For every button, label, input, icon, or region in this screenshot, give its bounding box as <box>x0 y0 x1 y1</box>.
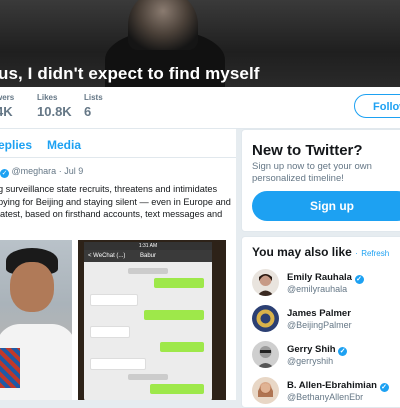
suggestion-handle: @gerryshih <box>287 356 334 366</box>
profile-nav-stats: wers 4K Likes 10.8K Lists 6 Follow <box>0 87 400 129</box>
suggestion-name[interactable]: Gerry Shih ✓ <box>287 344 348 356</box>
follow-button[interactable]: Follow <box>354 94 400 118</box>
suggestions-module: You may also like · Refresh Emily Rauhal… <box>241 236 400 408</box>
suggestion-name-text: Emily Rauhala <box>287 272 352 283</box>
tweet-text-line: pying for Beijing and staying silent — e… <box>0 196 231 207</box>
signup-title: New to Twitter? <box>252 142 363 159</box>
signup-module: New to Twitter? Sign up now to get your … <box>241 129 400 232</box>
suggestion-name[interactable]: James Palmer <box>287 308 351 319</box>
tab-replies[interactable]: eplies <box>0 138 32 152</box>
tweet[interactable]: ✓ @meghara · Jul 9 g surveillance state … <box>0 158 236 400</box>
signup-description: Sign up now to get your own personalized… <box>252 161 372 184</box>
suggestion-name[interactable]: B. Allen-Ebrahimian ✓ <box>287 380 389 392</box>
chat-bubble-sent <box>150 384 204 394</box>
suggestion-item[interactable]: James Palmer @BeijingPalmer <box>252 305 400 335</box>
tweet-text: g surveillance state recruits, threatens… <box>0 183 238 221</box>
chat-timestamp <box>128 268 168 274</box>
chat-bubble-sent <box>144 310 204 320</box>
tweet-photo-chat-screenshot[interactable]: 1:31 AM < WeChat (...) Babur <box>78 240 226 400</box>
chat-bubble-sent <box>154 278 204 288</box>
verified-icon: ✓ <box>379 383 389 392</box>
signup-button[interactable]: Sign up <box>252 191 400 221</box>
stat-likes[interactable]: Likes 10.8K <box>37 93 72 119</box>
banner-caption: us, I didn't expect to find myself <box>0 64 260 83</box>
suggestion-item[interactable]: Emily Rauhala ✓ @emilyrauhala <box>252 269 400 299</box>
chat-bubble-received <box>90 294 138 306</box>
stat-lists-label: Lists <box>84 93 103 102</box>
verified-icon: ✓ <box>338 347 348 356</box>
stat-likes-value: 10.8K <box>37 104 72 119</box>
avatar[interactable] <box>252 305 279 332</box>
stat-followers-label: wers <box>0 93 15 102</box>
chat-bubble-received <box>90 326 130 338</box>
phone-nav-bar: < WeChat (...) Babur <box>84 250 212 262</box>
suggestion-handle: @BeijingPalmer <box>287 320 352 330</box>
portrait-embroidery <box>0 348 20 388</box>
stat-lists-value: 6 <box>84 104 92 119</box>
tweet-separator: · <box>58 166 62 176</box>
tweet-date[interactable]: Jul 9 <box>64 166 83 176</box>
verified-icon: ✓ <box>0 169 9 178</box>
refresh-link[interactable]: Refresh <box>361 249 389 258</box>
tab-media[interactable]: Media <box>47 138 81 152</box>
tweet-handle[interactable]: @meghara <box>12 166 57 176</box>
profile-banner: us, I didn't expect to find myself <box>0 0 400 87</box>
suggestion-name[interactable]: Emily Rauhala ✓ <box>287 272 364 284</box>
stat-followers[interactable]: wers 4K <box>0 93 14 119</box>
timeline-tabs: eplies Media <box>0 129 236 158</box>
chat-bubble-sent <box>160 342 204 352</box>
suggestion-item[interactable]: Gerry Shih ✓ @gerryshih <box>252 341 400 371</box>
phone-chat-title: Babur <box>139 253 156 259</box>
suggestions-title: You may also like · Refresh <box>252 245 389 259</box>
suggestion-handle: @emilyrauhala <box>287 284 348 294</box>
chat-timestamp <box>128 374 168 380</box>
tweet-text-line: latest, based on firsthand accounts, tex… <box>0 209 223 219</box>
phone-screen: 1:31 AM < WeChat (...) Babur <box>84 242 212 400</box>
suggestion-name-text: James Palmer <box>287 308 351 319</box>
stat-followers-value: 4K <box>0 104 13 119</box>
suggestion-item[interactable]: B. Allen-Ebrahimian ✓ @BethanyAllenEbr <box>252 377 400 407</box>
banner-figure-head <box>128 0 198 50</box>
portrait-face <box>10 262 54 312</box>
verified-icon: ✓ <box>354 275 364 284</box>
suggestion-name-text: Gerry Shih <box>287 344 336 355</box>
suggestions-separator: · <box>355 249 358 258</box>
tweet-header: ✓ @meghara · Jul 9 <box>0 166 83 178</box>
stat-likes-label: Likes <box>37 93 58 102</box>
stat-lists[interactable]: Lists 6 <box>84 93 103 119</box>
tweet-text-line: g surveillance state recruits, threatens… <box>0 184 218 194</box>
avatar[interactable] <box>252 341 279 368</box>
suggestion-name-text: B. Allen-Ebrahimian <box>287 380 377 391</box>
avatar[interactable] <box>252 269 279 296</box>
tweet-photo-portrait[interactable] <box>0 240 72 400</box>
chat-bubble-received <box>90 358 146 370</box>
phone-status-time: 1:31 AM <box>84 242 212 250</box>
suggestion-handle: @BethanyAllenEbr <box>287 392 364 402</box>
suggestions-title-text: You may also like <box>252 245 352 259</box>
